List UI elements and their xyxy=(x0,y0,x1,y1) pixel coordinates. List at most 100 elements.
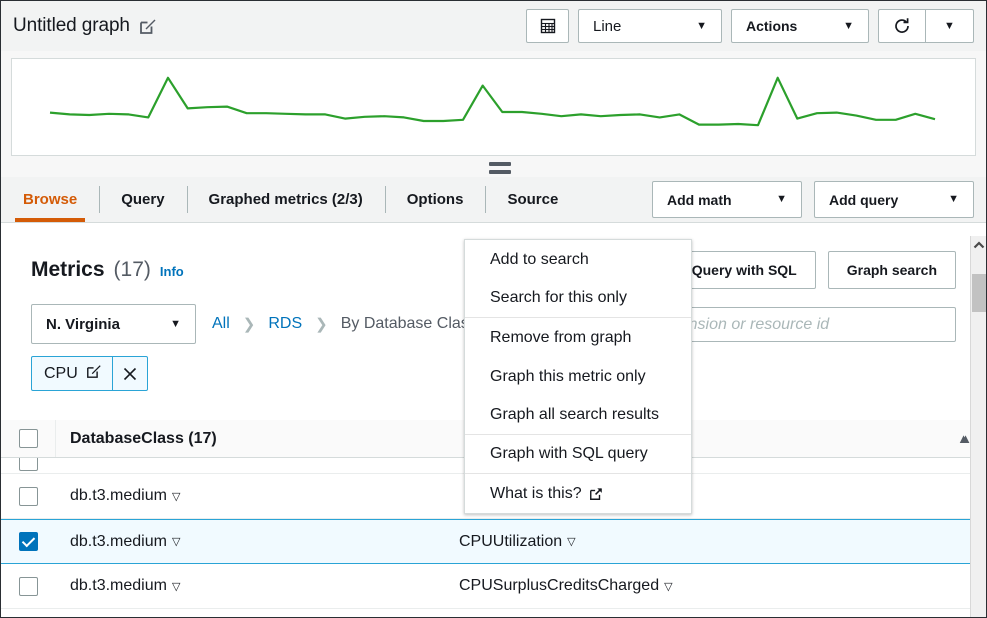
breadcrumb-item-current: By Database Class xyxy=(341,315,477,333)
refresh-circular-arrow-icon xyxy=(892,16,912,36)
chevron-down-icon[interactable]: ▽ xyxy=(172,535,180,548)
graph-preview-chart[interactable] xyxy=(11,58,976,156)
tab-options[interactable]: Options xyxy=(385,177,486,222)
row-checkbox[interactable] xyxy=(19,458,38,471)
chart-series-line xyxy=(50,78,935,125)
context-menu: Add to search Search for this only Remove … xyxy=(464,239,692,514)
add-math-button[interactable]: Add math ▼ xyxy=(652,181,802,218)
chevron-down-icon[interactable]: ▽ xyxy=(664,580,672,593)
table-vertical-scrollbar[interactable] xyxy=(970,236,986,617)
sort-asc-icon[interactable]: ▲ xyxy=(957,431,970,446)
pencil-square-icon[interactable] xyxy=(86,363,102,384)
row-databaseclass[interactable]: db.t3.medium ▽ xyxy=(56,577,449,595)
breadcrumb-item-rds[interactable]: RDS xyxy=(268,315,302,333)
chevron-right-icon: ❯ xyxy=(243,315,256,333)
context-menu-item[interactable]: Add to search xyxy=(465,240,691,279)
query-with-sql-label: Query with SQL xyxy=(692,262,797,278)
tab-label: Options xyxy=(407,191,464,208)
row-databaseclass[interactable]: db.t3.medium ▽ xyxy=(56,533,449,551)
chevron-up-icon xyxy=(973,241,985,249)
row-metricname-label: CPUUtilization xyxy=(459,533,562,551)
chevron-down-icon: ▼ xyxy=(696,21,707,32)
table-row[interactable]: db.t3.medium ▽ CPUUtilization ▽ xyxy=(1,519,986,564)
tab-bar-actions: Add math ▼ Add query ▼ xyxy=(652,181,974,218)
pencil-square-icon[interactable] xyxy=(139,17,157,35)
chart-resize-handle[interactable] xyxy=(489,162,511,174)
metrics-count: (17) xyxy=(114,258,151,282)
select-all-checkbox[interactable] xyxy=(19,429,38,448)
row-metricname[interactable]: CPUSurplusCreditsCharged ▽ xyxy=(449,577,986,595)
context-menu-item-label: Search for this only xyxy=(490,289,627,307)
filter-chip-remove-button[interactable] xyxy=(112,357,147,390)
context-menu-item[interactable]: Remove from graph xyxy=(465,318,691,357)
row-checkbox[interactable] xyxy=(19,577,38,596)
table-grid-icon-button[interactable] xyxy=(526,9,569,43)
graph-header-bar: Untitled graph xyxy=(1,1,986,51)
region-select[interactable]: N. Virginia ▼ xyxy=(31,304,196,344)
row-select-cell xyxy=(1,532,56,551)
context-menu-item[interactable]: Graph with SQL query xyxy=(465,435,691,474)
actions-button[interactable]: Actions ▼ xyxy=(731,9,869,43)
chevron-down-icon: ▼ xyxy=(944,21,955,32)
close-x-icon xyxy=(122,366,138,382)
breadcrumb-item-all[interactable]: All xyxy=(212,315,230,333)
tab-source[interactable]: Source xyxy=(485,177,580,222)
column-header-databaseclass[interactable]: DatabaseClass (17) ▲ xyxy=(56,430,449,448)
context-menu-item[interactable]: Graph this metric only xyxy=(465,357,691,396)
graph-title-group: Untitled graph xyxy=(13,15,157,37)
tab-query[interactable]: Query xyxy=(99,177,186,222)
context-menu-item-label: Graph this metric only xyxy=(490,368,646,386)
tab-graphed-metrics[interactable]: Graphed metrics (2/3) xyxy=(187,177,385,222)
chevron-down-icon[interactable]: ▽ xyxy=(172,490,180,503)
graph-search-button[interactable]: Graph search xyxy=(828,251,956,289)
context-menu-item-label: What is this? xyxy=(490,485,582,503)
context-menu-item[interactable]: What is this? xyxy=(465,474,691,513)
context-menu-item-label: Graph all search results xyxy=(490,406,659,424)
chevron-down-icon: ▼ xyxy=(170,319,181,330)
refresh-button[interactable] xyxy=(878,9,926,43)
chevron-right-icon: ❯ xyxy=(315,315,328,333)
metrics-top-buttons: Query with SQL Graph search xyxy=(673,251,956,289)
metrics-title: Metrics xyxy=(31,258,105,282)
context-menu-item-label: Add to search xyxy=(490,251,589,269)
chevron-down-icon: ▼ xyxy=(776,194,787,205)
row-select-cell xyxy=(1,460,56,471)
context-menu-item-label: Graph with SQL query xyxy=(490,445,648,463)
row-checkbox[interactable] xyxy=(19,532,38,551)
table-row[interactable]: db.t3.medium ▽ CPUSurplusCreditsCharged … xyxy=(1,564,986,609)
scrollbar-thumb[interactable] xyxy=(972,274,986,312)
info-link[interactable]: Info xyxy=(160,264,184,279)
tab-label: Query xyxy=(121,191,164,208)
cloudwatch-metrics-window: Untitled graph xyxy=(0,0,987,618)
chevron-down-icon[interactable]: ▽ xyxy=(172,580,180,593)
page-title: Untitled graph xyxy=(13,15,130,37)
graph-search-label: Graph search xyxy=(847,262,937,278)
chart-type-select[interactable]: Line ▼ xyxy=(578,9,722,43)
context-menu-item[interactable]: Graph all search results xyxy=(465,396,691,435)
chevron-down-icon: ▼ xyxy=(948,194,959,205)
table-grid-icon xyxy=(539,17,557,35)
breadcrumb: All ❯ RDS ❯ By Database Class xyxy=(212,315,477,333)
scrollbar-up-button[interactable] xyxy=(971,236,986,253)
row-metricname[interactable]: CPUUtilization ▽ xyxy=(449,533,986,551)
row-databaseclass-label: db.t3.medium xyxy=(70,533,167,551)
tab-label: Source xyxy=(507,191,558,208)
add-query-button[interactable]: Add query ▼ xyxy=(814,181,974,218)
header-controls: Line ▼ Actions ▼ ▼ xyxy=(526,9,974,43)
tab-browse[interactable]: Browse xyxy=(1,177,99,222)
chart-line-svg xyxy=(12,59,975,155)
select-all-cell xyxy=(1,420,56,457)
refresh-options-button[interactable]: ▼ xyxy=(926,9,974,43)
tab-label: Browse xyxy=(23,191,77,208)
metrics-heading-group: Metrics (17) Info xyxy=(31,258,184,282)
chevron-down-icon[interactable]: ▽ xyxy=(567,535,575,548)
filter-chip-text: CPU xyxy=(44,365,78,383)
row-select-cell xyxy=(1,487,56,506)
context-menu-item[interactable]: Search for this only xyxy=(465,279,691,318)
filter-chip-cpu[interactable]: CPU xyxy=(31,356,148,391)
chart-type-value: Line xyxy=(593,18,621,35)
query-with-sql-button[interactable]: Query with SQL xyxy=(673,251,816,289)
add-math-label: Add math xyxy=(667,192,732,208)
row-checkbox[interactable] xyxy=(19,487,38,506)
row-databaseclass[interactable]: db.t3.medium ▽ xyxy=(56,487,449,505)
